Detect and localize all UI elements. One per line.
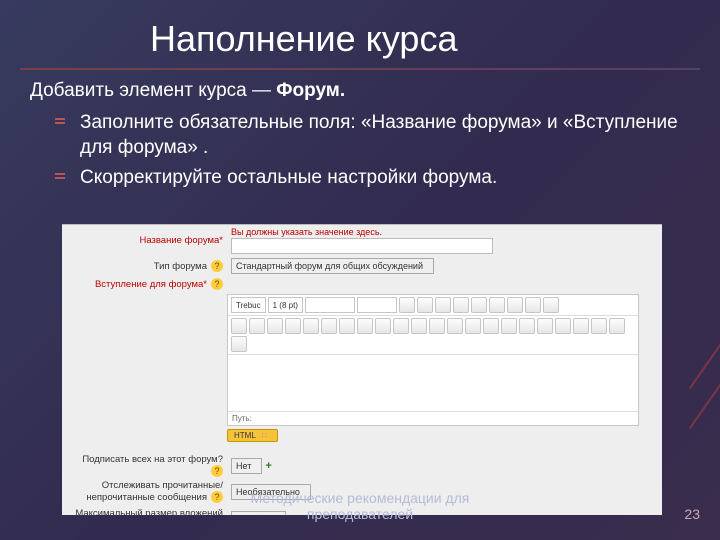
slide-title: Наполнение курса [0, 0, 720, 60]
title-underline [20, 68, 700, 70]
embedded-form-screenshot: Название форума* Вы должны указать значе… [62, 224, 662, 515]
sub-button[interactable] [471, 297, 487, 313]
rich-text-editor: Trebuc 1 (8 pt) [227, 294, 639, 426]
lang-select[interactable] [357, 297, 397, 313]
clean-button[interactable] [507, 297, 523, 313]
slide-footer: Методические рекомендации для преподават… [0, 490, 720, 522]
ul-button[interactable] [357, 318, 373, 334]
align-justify-button[interactable] [285, 318, 301, 334]
help-icon[interactable]: ? [211, 465, 223, 477]
required-hint: Вы должны указать значение здесь. [231, 227, 493, 237]
form-row-type: Тип форума? Стандартный форум для общих … [62, 256, 662, 276]
table-button[interactable] [537, 318, 553, 334]
font-size-select[interactable]: 1 (8 pt) [268, 297, 303, 313]
editor-toolbar-1: Trebuc 1 (8 pt) [228, 295, 638, 316]
outdent-button[interactable] [375, 318, 391, 334]
forum-name-input[interactable] [231, 238, 493, 254]
redo-button[interactable] [543, 297, 559, 313]
italic-button[interactable] [417, 297, 433, 313]
bullet-list: Заполните обязательные поля: «Название ф… [0, 110, 720, 191]
align-left-button[interactable] [231, 318, 247, 334]
intro-text: Добавить элемент курса — Форум. [0, 78, 720, 110]
align-right-button[interactable] [267, 318, 283, 334]
help-icon[interactable]: ? [211, 278, 223, 290]
plus-icon[interactable]: + [265, 460, 271, 472]
bold-button[interactable] [399, 297, 415, 313]
find-button[interactable] [591, 318, 607, 334]
subscribe-label: Подписать всех на этот форум?? [68, 454, 231, 477]
link-button[interactable] [483, 318, 499, 334]
help-icon[interactable]: ? [211, 260, 223, 272]
decorative-lines [665, 330, 720, 450]
bullet-item: Скорректируйте остальные настройки форум… [55, 165, 690, 191]
fontcolor-button[interactable] [411, 318, 427, 334]
bgcolor-button[interactable] [429, 318, 445, 334]
image-button[interactable] [519, 318, 535, 334]
page-number: 23 [684, 506, 700, 522]
intro-pre: Добавить элемент курса — [30, 80, 276, 101]
strike-button[interactable] [453, 297, 469, 313]
ltr-button[interactable] [303, 318, 319, 334]
editor-path: Путь: [228, 411, 638, 425]
align-center-button[interactable] [249, 318, 265, 334]
source-button[interactable] [609, 318, 625, 334]
slide: Наполнение курса Добавить элемент курса … [0, 0, 720, 540]
sup-button[interactable] [489, 297, 505, 313]
underline-button[interactable] [435, 297, 451, 313]
subscribe-select[interactable]: Нет [231, 458, 262, 474]
resize-dots-icon: ∷ [256, 431, 271, 440]
intro-bold: Форум. [276, 80, 345, 101]
paragraph-select[interactable] [305, 297, 355, 313]
forum-type-label: Тип форума? [68, 260, 231, 272]
rtl-button[interactable] [321, 318, 337, 334]
ol-button[interactable] [339, 318, 355, 334]
forum-intro-label: Вступление для форума*? [68, 278, 231, 290]
form-row-subscribe: Подписать всех на этот форум?? Нет + [62, 452, 662, 479]
font-family-select[interactable]: Trebuc [231, 297, 266, 313]
editor-textarea[interactable] [228, 355, 638, 411]
hr-button[interactable] [447, 318, 463, 334]
bullet-item: Заполните обязательные поля: «Название ф… [55, 110, 690, 161]
form-row-name: Название форума* Вы должны указать значе… [62, 225, 662, 256]
editor-toolbar-2 [228, 316, 638, 355]
form-row-intro: Вступление для форума*? [62, 276, 662, 292]
anchor-button[interactable] [465, 318, 481, 334]
emoji-button[interactable] [555, 318, 571, 334]
unlink-button[interactable] [501, 318, 517, 334]
forum-type-select[interactable]: Стандартный форум для общих обсуждений [231, 258, 434, 274]
char-button[interactable] [573, 318, 589, 334]
undo-button[interactable] [525, 297, 541, 313]
fullscreen-button[interactable] [231, 336, 247, 352]
indent-button[interactable] [393, 318, 409, 334]
html-mode-badge[interactable]: HTML∷ [227, 429, 278, 442]
forum-name-label: Название форума* [68, 235, 231, 246]
